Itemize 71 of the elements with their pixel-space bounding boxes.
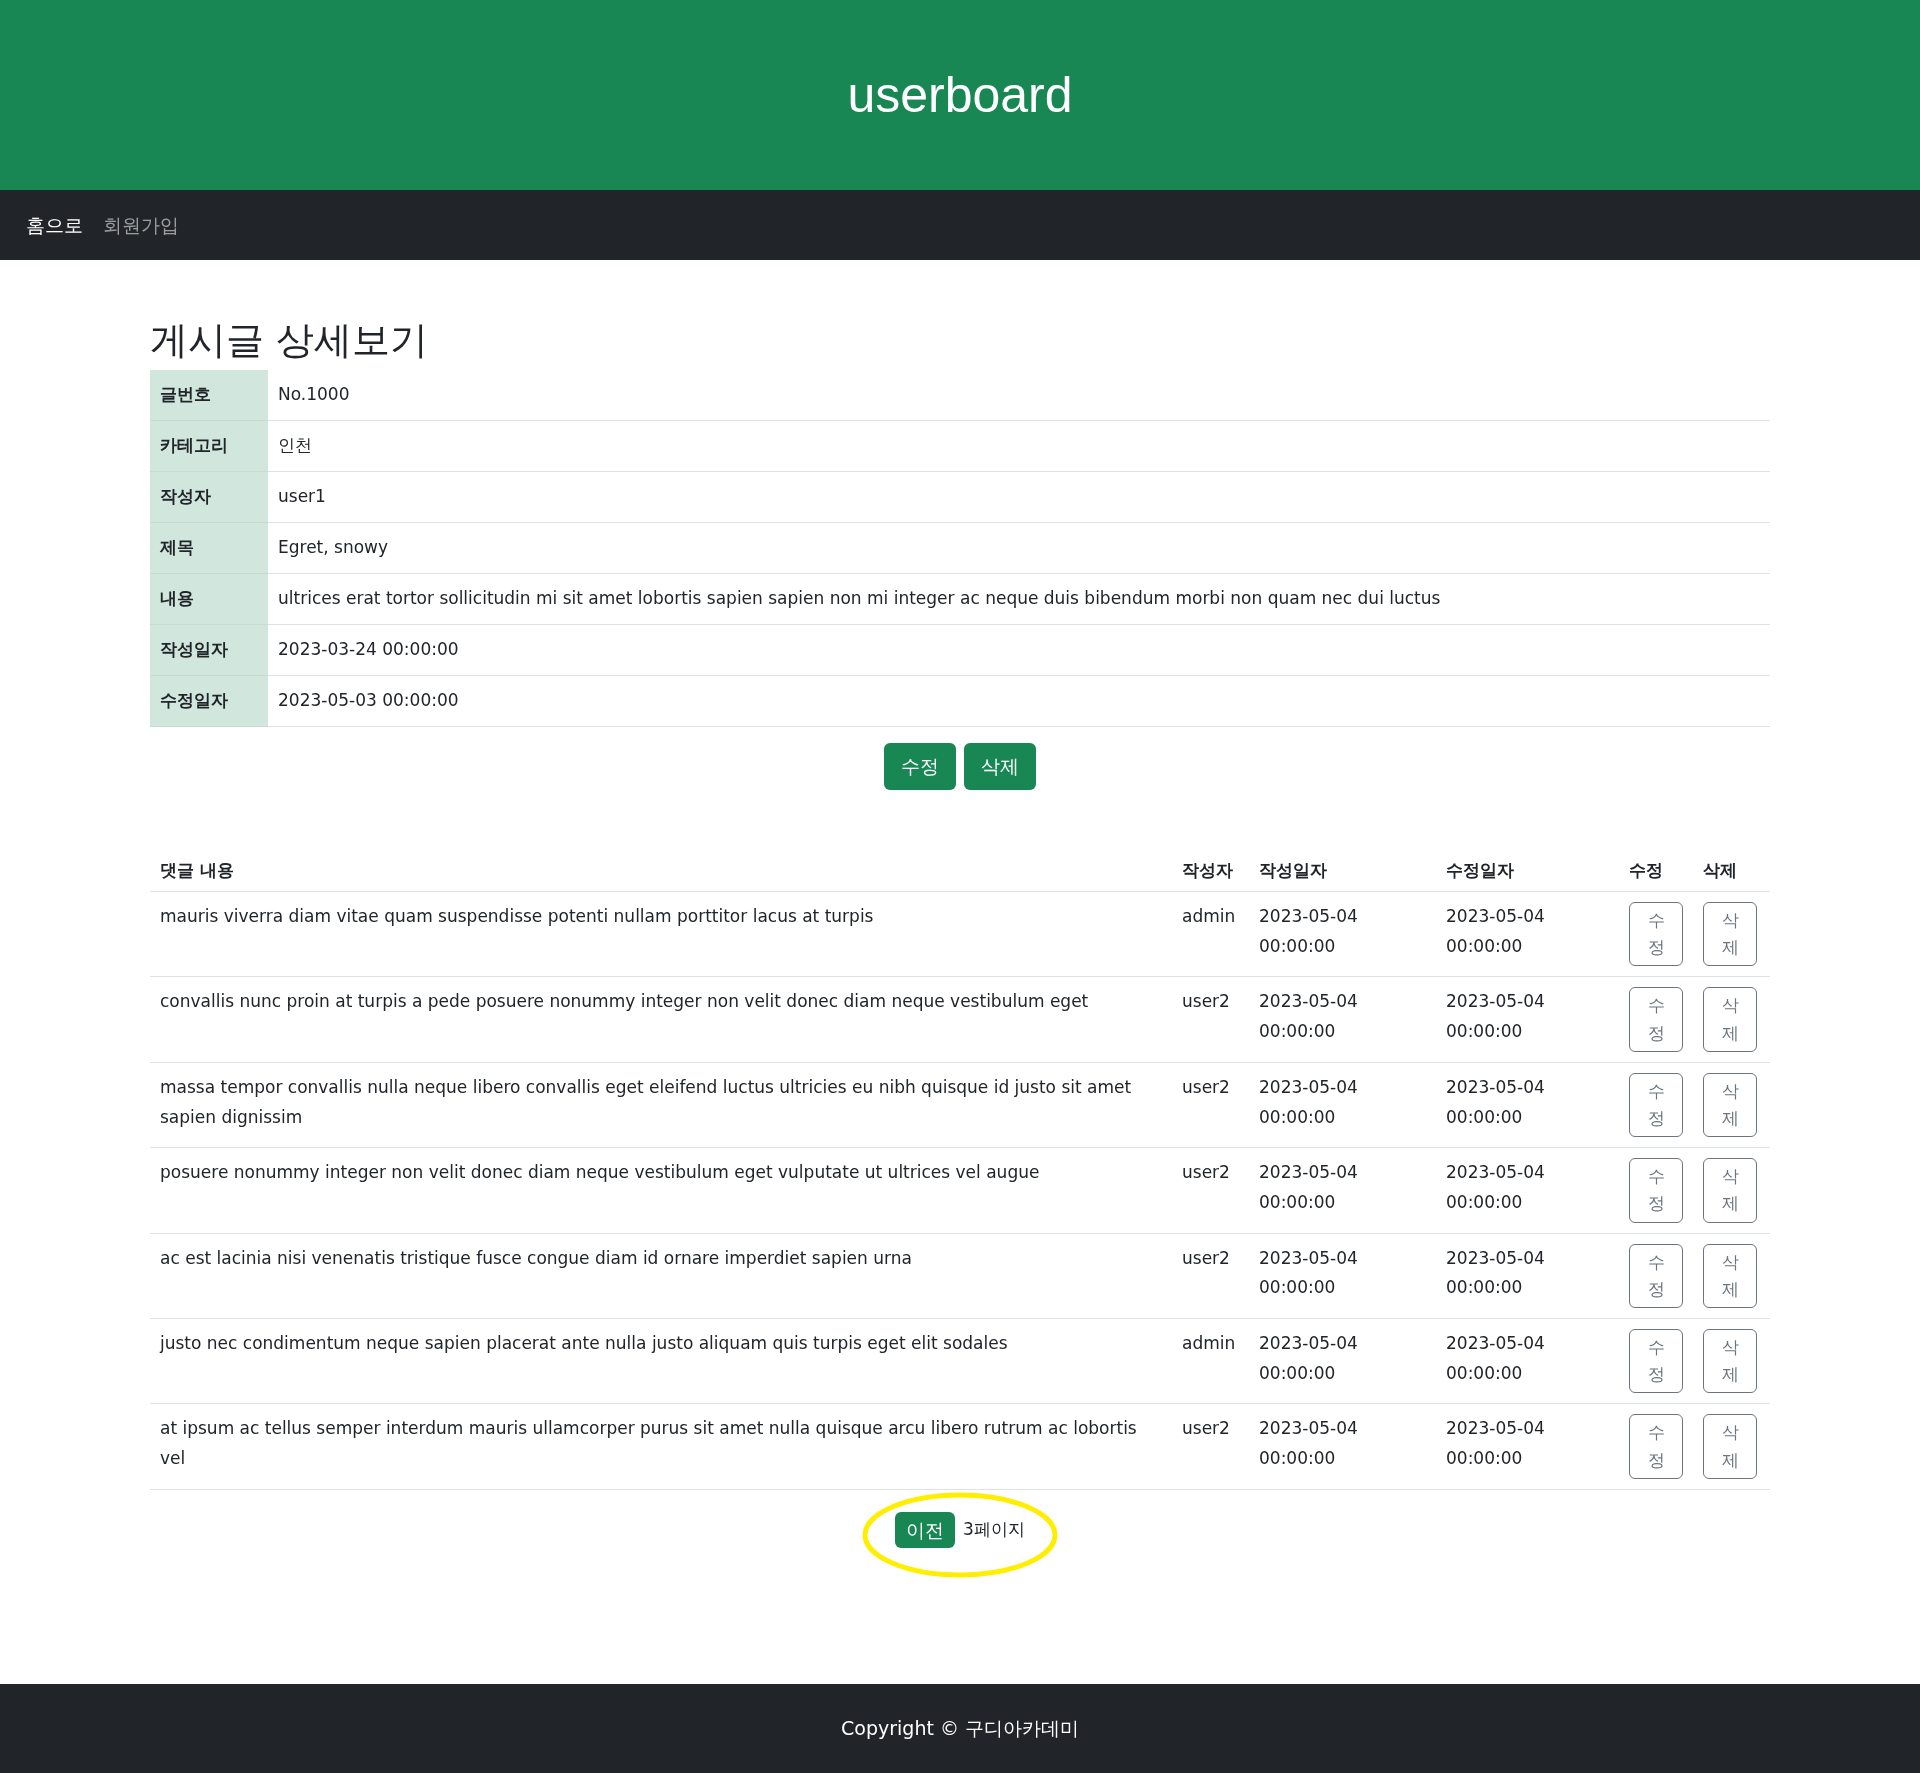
field-value: ultrices erat tortor sollicitudin mi sit amet lobortis sapien sapien non mi integer ac neque duis bibendum morbi non quam nec dui luctus [268,573,1770,625]
column-header: 삭제 [1693,849,1770,892]
comment-author: user2 [1172,1233,1249,1319]
comment-text: at ipsum ac tellus semper interdum mauris ullamcorper purus sit amet nulla quisque arcu libero rutrum ac lobortis vel [150,1403,1172,1490]
column-header: 수정일자 [1436,849,1619,892]
column-header: 작성자 [1172,849,1249,892]
comment-date: 2023-05-04 00:00:00 [1436,1147,1619,1234]
delete-button[interactable]: 삭제 [1703,1414,1757,1479]
edit-button[interactable]: 수정 [1629,1328,1683,1394]
column-header: 댓글 내용 [150,849,1172,892]
comment-date: 2023-05-04 00:00:00 [1249,1062,1436,1148]
edit-button[interactable]: 수정 [1629,1243,1683,1308]
comment-text: massa tempor convallis nulla neque libero convallis eget eleifend luctus ultricies eu nibh quisque id justo sit amet sapien dignissim [150,1062,1172,1148]
previous-button[interactable]: 이전 [895,1511,956,1549]
comment-date: 2023-05-04 00:00:00 [1249,1233,1436,1319]
comment-author: user2 [1172,1403,1249,1490]
site-title: userboard [847,66,1073,125]
field-label: 내용 [150,573,268,625]
comment-author: user2 [1172,1062,1249,1148]
field-label: 글번호 [150,369,268,421]
nav-link[interactable]: 홈으로 [26,210,83,240]
edit-button[interactable]: 수정 [1629,1072,1683,1138]
comment-date: 2023-05-04 00:00:00 [1436,891,1619,977]
comment-text: posuere nonummy integer non velit donec diam neque vestibulum eget vulputate ut ultrices vel augue [150,1147,1172,1234]
field-label: 카테고리 [150,420,268,472]
nav-link[interactable]: 회원가입 [103,210,179,240]
delete-button[interactable]: 삭제 [1703,1328,1757,1394]
field-value: 인천 [268,420,1770,472]
field-value: user1 [268,471,1770,523]
comment-date: 2023-05-04 00:00:00 [1249,1147,1436,1234]
comment-date: 2023-05-04 00:00:00 [1249,1403,1436,1490]
delete-button[interactable]: 삭제 [1703,1072,1757,1138]
field-label: 수정일자 [150,675,268,727]
footer-text: Copyright © 구디아카데미 [841,1716,1079,1742]
comment-date: 2023-05-04 00:00:00 [1249,1318,1436,1404]
field-value: 2023-05-03 00:00:00 [268,675,1770,727]
delete-button[interactable]: 삭제 [1703,1243,1757,1308]
comment-date: 2023-05-04 00:00:00 [1249,976,1436,1063]
field-value: Egret, snowy [268,522,1770,574]
comment-date: 2023-05-04 00:00:00 [1436,1403,1619,1490]
column-header: 수정 [1619,849,1693,892]
comment-text: ac est lacinia nisi venenatis tristique fusce congue diam id ornare imperdiet sapien urna [150,1233,1172,1319]
comment-date: 2023-05-04 00:00:00 [1436,976,1619,1063]
comment-author: admin [1172,891,1249,977]
comment-author: user2 [1172,1147,1249,1234]
field-label: 제목 [150,522,268,574]
edit-button[interactable]: 수정 [1629,1158,1683,1223]
comment-text: convallis nunc proin at turpis a pede posuere nonummy integer non velit donec diam neque vestibulum eget [150,976,1172,1063]
comment-date: 2023-05-04 00:00:00 [1436,1233,1619,1319]
edit-button[interactable]: 수정 [884,743,956,790]
comment-author: admin [1172,1318,1249,1404]
field-label: 작성자 [150,471,268,523]
delete-button[interactable]: 삭제 [1703,987,1757,1052]
column-header: 작성일자 [1249,849,1436,892]
comment-text: mauris viverra diam vitae quam suspendisse potenti nullam porttitor lacus at turpis [150,891,1172,977]
edit-button[interactable]: 수정 [1629,1414,1683,1479]
field-value: No.1000 [268,369,1770,421]
edit-button[interactable]: 수정 [1629,987,1683,1052]
comment-date: 2023-05-04 00:00:00 [1249,891,1436,977]
field-label: 작성일자 [150,624,268,676]
delete-button[interactable]: 삭제 [964,743,1036,790]
edit-button[interactable]: 수정 [1629,902,1683,967]
comment-text: justo nec condimentum neque sapien placerat ante nulla justo aliquam quis turpis eget elit sodales [150,1318,1172,1404]
page-heading: 게시글 상세보기 [150,318,430,364]
page-label: 3페이지 [963,1518,1025,1542]
comment-author: user2 [1172,976,1249,1063]
delete-button[interactable]: 삭제 [1703,1158,1757,1223]
comment-date: 2023-05-04 00:00:00 [1436,1062,1619,1148]
delete-button[interactable]: 삭제 [1703,902,1757,967]
field-value: 2023-03-24 00:00:00 [268,624,1770,676]
comment-date: 2023-05-04 00:00:00 [1436,1318,1619,1404]
